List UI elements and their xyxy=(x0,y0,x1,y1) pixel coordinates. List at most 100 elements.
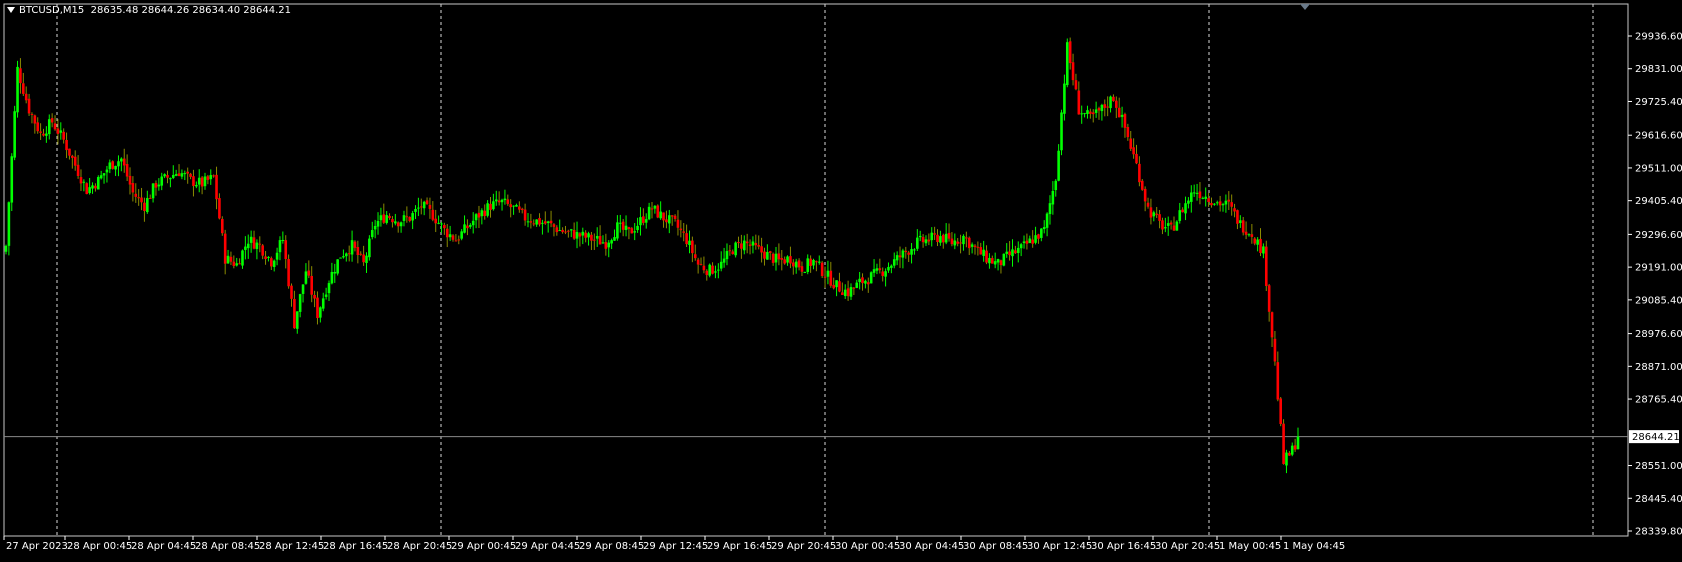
bear-candle-body xyxy=(973,245,977,248)
bull-candle-body xyxy=(708,264,711,276)
x-tick-label: 28 Apr 08:45 xyxy=(195,541,260,552)
bear-candle-body xyxy=(218,198,221,219)
bear-candle-body xyxy=(252,237,256,249)
bull-candle-body xyxy=(826,270,830,277)
bear-candle-body xyxy=(985,250,988,263)
price-chart[interactable]: 29936.60 29831.00 29725.40 29616.60 29511.00… xyxy=(0,0,1682,558)
bear-candle-body xyxy=(1198,191,1202,199)
bull-candle-body xyxy=(376,220,380,227)
bear-candle-body xyxy=(520,208,524,210)
bear-candle-body xyxy=(1091,112,1095,115)
bear-candle-body xyxy=(483,210,487,216)
bear-candle-body xyxy=(1135,153,1138,164)
bull-candle-body xyxy=(474,214,478,221)
bear-candle-body xyxy=(405,216,409,218)
bear-candle-body xyxy=(353,241,357,248)
bear-candle-body xyxy=(728,250,732,252)
bear-candle-body xyxy=(313,294,316,299)
bull-candle-body xyxy=(368,238,371,258)
bear-candle-body xyxy=(1210,202,1213,206)
bull-candle-body xyxy=(1065,42,1069,86)
bull-candle-body xyxy=(601,242,605,244)
bull-candle-body xyxy=(249,236,253,243)
bull-candle-body xyxy=(151,183,155,199)
bear-candle-body xyxy=(137,197,140,199)
bull-candle-body xyxy=(719,261,723,269)
bear-candle-body xyxy=(1068,41,1072,64)
bull-candle-body xyxy=(102,173,106,176)
bull-candle-body xyxy=(203,176,207,187)
bull-candle-body xyxy=(246,243,250,249)
bear-candle-body xyxy=(933,233,936,235)
bear-candle-body xyxy=(532,223,536,225)
bull-candle-body xyxy=(99,175,103,179)
bull-candle-body xyxy=(437,222,440,224)
bull-candle-body xyxy=(895,255,899,261)
bear-candle-body xyxy=(518,206,521,210)
bull-candle-body xyxy=(275,252,279,260)
bear-candle-body xyxy=(509,204,512,208)
bear-candle-body xyxy=(815,261,818,263)
bear-candle-body xyxy=(347,253,351,255)
bear-candle-body xyxy=(552,224,556,227)
bull-candle-body xyxy=(1016,247,1020,253)
bull-candle-body xyxy=(1005,251,1009,254)
dropdown-triangle-icon[interactable] xyxy=(7,7,15,13)
bear-candle-body xyxy=(148,197,152,199)
bear-candle-body xyxy=(134,193,138,197)
bull-candle-body xyxy=(786,256,789,263)
bear-candle-body xyxy=(792,262,795,267)
bull-candle-body xyxy=(336,259,339,274)
bull-candle-body xyxy=(1120,114,1124,117)
bear-candle-body xyxy=(154,182,158,188)
bear-candle-body xyxy=(229,256,233,262)
bear-candle-body xyxy=(307,270,311,276)
bear-candle-body xyxy=(820,262,824,277)
bear-candle-body xyxy=(431,209,435,220)
bull-candle-body xyxy=(668,215,671,224)
bear-candle-body xyxy=(630,228,634,234)
bull-candle-body xyxy=(281,239,285,241)
bull-candle-body xyxy=(884,271,887,277)
bull-candle-body xyxy=(1054,180,1058,191)
bear-candle-body xyxy=(754,242,758,246)
bear-candle-body xyxy=(711,265,714,274)
bear-candle-body xyxy=(1097,108,1101,111)
bear-candle-body xyxy=(771,253,775,263)
bear-candle-body xyxy=(564,231,567,233)
bull-candle-body xyxy=(1215,202,1219,204)
bull-candle-body xyxy=(235,263,239,266)
chart-svg[interactable]: 29936.60 29831.00 29725.40 29616.60 29511.00… xyxy=(0,0,1682,558)
y-tick-label: 29511.00 xyxy=(1635,163,1682,174)
bull-candle-body xyxy=(587,233,590,238)
bull-candle-body xyxy=(1011,249,1014,257)
bull-candle-body xyxy=(321,298,325,309)
bull-candle-body xyxy=(1296,436,1300,450)
bull-candle-body xyxy=(751,241,755,246)
bull-candle-body xyxy=(399,222,403,227)
bear-candle-body xyxy=(832,284,835,289)
bear-candle-body xyxy=(705,270,709,275)
bull-candle-body xyxy=(278,240,282,253)
bull-candle-body xyxy=(913,249,916,251)
bear-candle-body xyxy=(852,287,856,289)
bull-candle-body xyxy=(319,307,322,318)
bull-candle-body xyxy=(1100,104,1104,112)
bear-candle-body xyxy=(797,260,801,268)
bull-candle-body xyxy=(858,278,861,283)
x-tick-label: 30 Apr 08:45 xyxy=(963,541,1028,552)
bull-candle-body xyxy=(1189,192,1193,202)
bear-candle-body xyxy=(466,225,469,229)
bear-candle-body xyxy=(763,251,766,259)
bear-candle-body xyxy=(740,243,743,249)
chart-header[interactable]: BTCUSD,M15 28635.48 28644.26 28634.40 28… xyxy=(7,5,291,16)
bear-candle-body xyxy=(1103,104,1107,108)
bull-candle-body xyxy=(503,198,507,201)
bull-candle-body xyxy=(327,283,331,294)
bull-candle-body xyxy=(1063,83,1066,114)
bear-candle-body xyxy=(1155,213,1158,215)
bear-candle-body xyxy=(454,240,458,242)
bull-candle-body xyxy=(616,222,619,239)
bear-candle-body xyxy=(1264,246,1268,286)
bear-candle-body xyxy=(757,245,761,247)
